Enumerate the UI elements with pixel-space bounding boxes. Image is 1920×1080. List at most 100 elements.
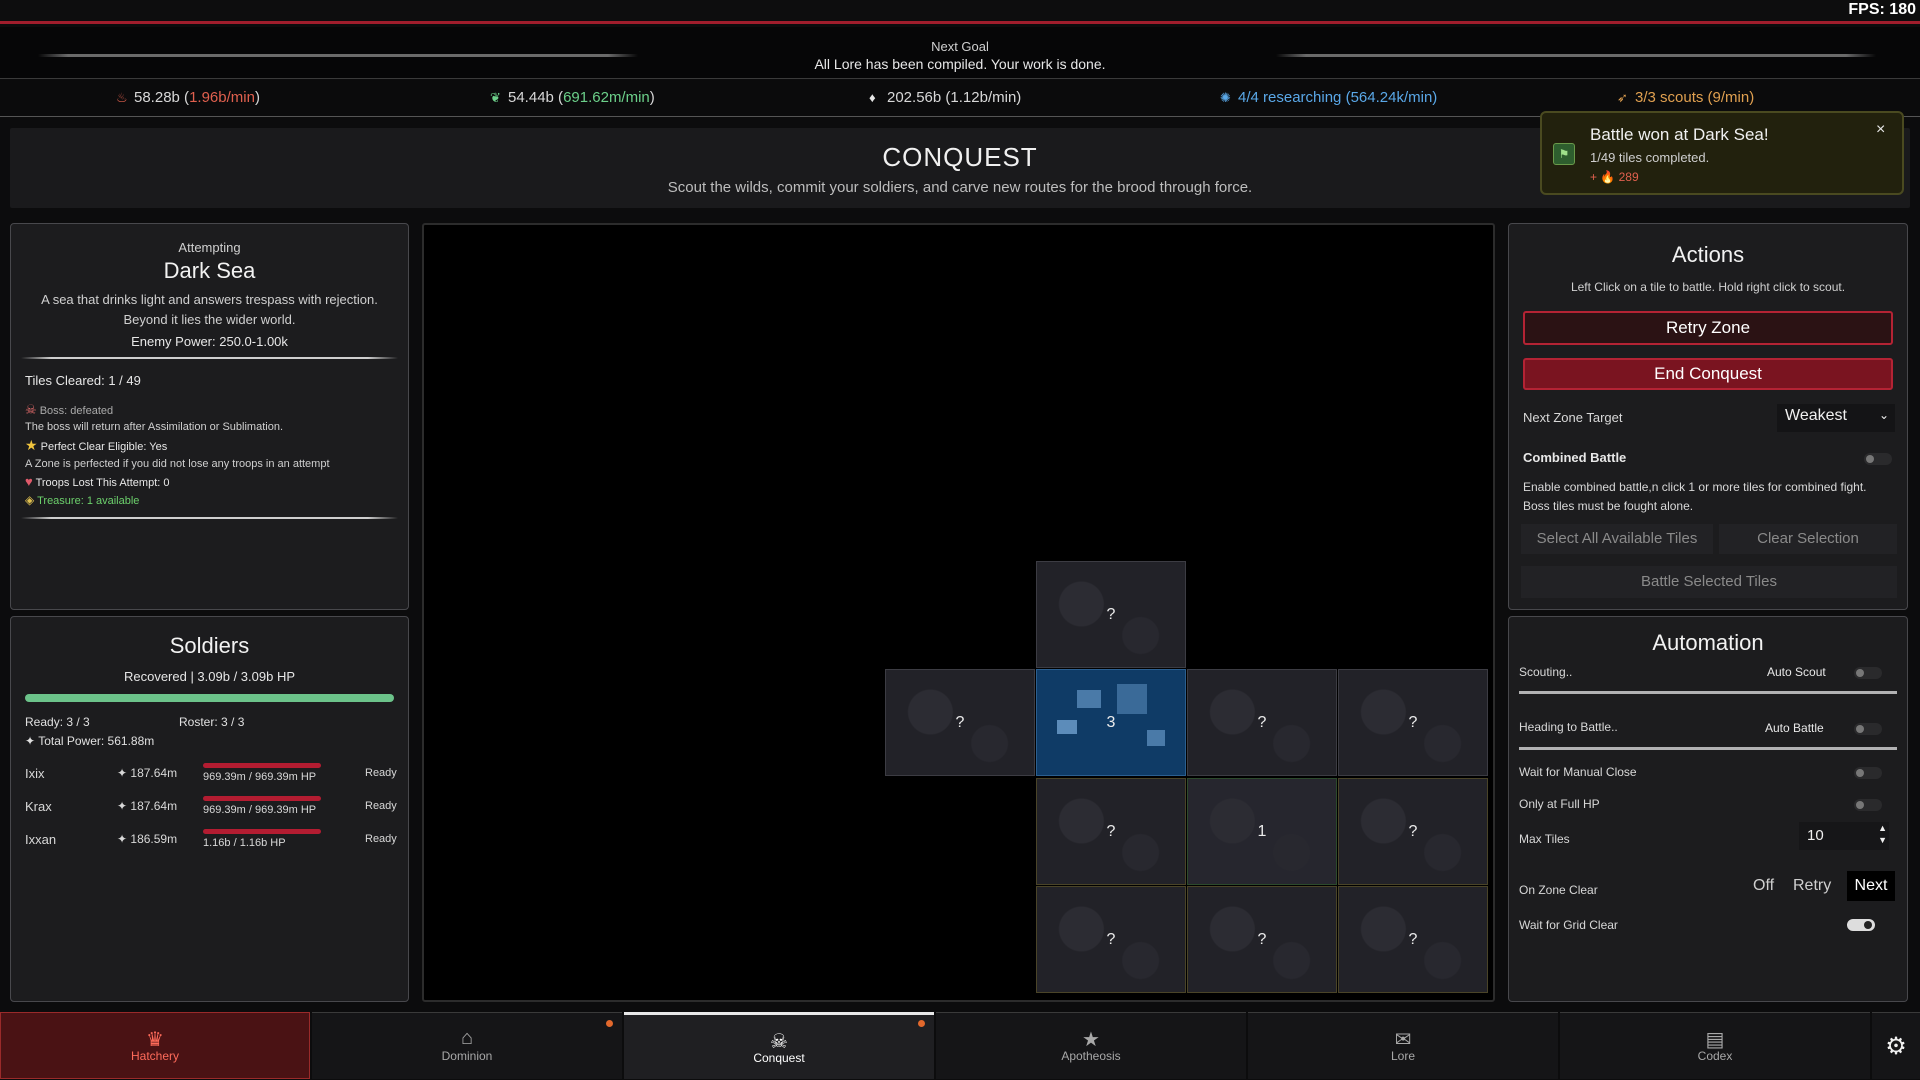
zone-panel: Attempting Dark Sea A sea that drinks li… — [10, 223, 409, 610]
combined-battle-toggle[interactable] — [1864, 453, 1892, 465]
max-tiles-label: Max Tiles — [1519, 832, 1570, 846]
gear-icon[interactable]: ⚙ — [1872, 1012, 1920, 1079]
soldiers-title: Soldiers — [169, 633, 250, 658]
conquest-map[interactable]: ? ? 3 ? ? ? 1 ? ? ? ? — [422, 223, 1495, 1002]
crown-icon: ♛ — [146, 1029, 164, 1051]
troops-lost-row: ♥ Troops Lost This Attempt: 0 — [25, 474, 170, 489]
zone-clear-next[interactable]: Next — [1847, 871, 1895, 901]
resource-research[interactable]: ✺ 4/4 researching (564.24k/min) — [1220, 89, 1437, 106]
map-tile[interactable]: ? — [1036, 886, 1186, 993]
roster-count: Roster: 3 / 3 — [179, 715, 245, 729]
tab-hatchery[interactable]: ♛ Hatchery — [0, 1012, 310, 1079]
scouting-progress — [1519, 691, 1897, 694]
resource-flame[interactable]: ♨ 58.28b (1.96b/min) — [116, 89, 260, 106]
map-tile-selected[interactable]: 3 — [1036, 669, 1186, 776]
star-icon: ★ — [1082, 1029, 1100, 1051]
scout-icon: ➶ — [1617, 90, 1628, 105]
soldier-row[interactable]: Ixxan ✦ 186.59m 1.16b / 1.16b HP Ready — [25, 829, 397, 858]
auto-scout-toggle[interactable] — [1854, 667, 1882, 679]
hp-bar — [203, 796, 321, 801]
auto-scout-label: Auto Scout — [1767, 665, 1826, 679]
stepper-arrows-icon[interactable]: ▲ ▼ — [1878, 822, 1887, 846]
attempting-label: Attempting — [178, 240, 241, 255]
soldier-row[interactable]: Ixix ✦ 187.64m 969.39m / 969.39m HP Read… — [25, 763, 397, 792]
map-tile[interactable]: ? — [1036, 778, 1186, 885]
tab-lore[interactable]: ✉ Lore — [1248, 1012, 1558, 1079]
map-tile[interactable]: ? — [1338, 886, 1488, 993]
hp-bar — [203, 829, 321, 834]
wait-manual-close-label: Wait for Manual Close — [1519, 765, 1637, 779]
fps-counter: FPS: 180 — [1848, 1, 1916, 18]
drop-icon: ♦ — [869, 90, 876, 105]
wait-manual-close-toggle[interactable] — [1854, 767, 1882, 779]
tab-conquest[interactable]: ☠ Conquest — [624, 1012, 934, 1079]
next-goal-text: All Lore has been compiled. Your work is… — [814, 56, 1106, 72]
combined-battle-desc: Enable combined battle,n click 1 or more… — [1523, 480, 1867, 513]
select-all-tiles-button[interactable]: Select All Available Tiles — [1521, 524, 1713, 554]
wait-grid-clear-toggle[interactable] — [1847, 919, 1875, 931]
flag-icon: ⚑ — [1553, 143, 1575, 165]
auto-battle-label: Auto Battle — [1765, 721, 1824, 735]
resource-scouts[interactable]: ➶ 3/3 scouts (9/min) — [1617, 89, 1754, 106]
heading-to-battle-status: Heading to Battle.. — [1519, 720, 1618, 734]
perfect-row: ★ Perfect Clear Eligible: Yes — [25, 437, 168, 453]
max-tiles-input[interactable]: 10 ▲ ▼ — [1799, 822, 1889, 850]
map-tile[interactable]: ? — [1187, 669, 1337, 776]
leaf-icon: ❦ — [490, 90, 501, 105]
map-tile[interactable]: ? — [1338, 669, 1488, 776]
divider — [21, 357, 398, 359]
divider — [1276, 54, 1876, 57]
soldiers-panel: Soldiers Recovered | 3.09b / 3.09b HP Re… — [10, 616, 409, 1002]
book-icon: ▤ — [1705, 1029, 1725, 1051]
chevron-down-icon: ⌄ — [1878, 408, 1889, 422]
soldier-row[interactable]: Krax ✦ 187.64m 969.39m / 969.39m HP Read… — [25, 796, 397, 825]
map-tile[interactable]: ? — [1036, 561, 1186, 668]
scroll-icon: ✉ — [1394, 1029, 1412, 1051]
battle-progress — [1519, 747, 1897, 750]
retry-zone-button[interactable]: Retry Zone — [1523, 311, 1893, 345]
map-tile[interactable]: ? — [885, 669, 1035, 776]
next-zone-target-select[interactable]: Weakest ⌄ — [1777, 404, 1895, 432]
zone-clear-off[interactable]: Off — [1753, 877, 1774, 895]
clear-selection-button[interactable]: Clear Selection — [1719, 524, 1897, 554]
wait-grid-clear-label: Wait for Grid Clear — [1519, 918, 1618, 932]
notification-dot — [606, 1020, 613, 1027]
star-icon: ★ — [25, 437, 38, 453]
end-conquest-button[interactable]: End Conquest — [1523, 358, 1893, 390]
auto-battle-toggle[interactable] — [1854, 723, 1882, 735]
hp-bar — [203, 763, 321, 768]
combined-battle-label: Combined Battle — [1523, 450, 1627, 465]
next-goal-banner: Next Goal All Lore has been compiled. Yo… — [0, 27, 1920, 79]
tiles-cleared: Tiles Cleared: 1 / 49 — [25, 373, 141, 388]
heart-icon: ♥ — [25, 474, 33, 489]
zone-name: Dark Sea — [163, 258, 256, 283]
tab-dominion[interactable]: ⌂ Dominion — [312, 1012, 622, 1079]
toast-reward: + 🔥 289 — [1590, 170, 1639, 184]
resource-drop[interactable]: ♦ 202.56b (1.12b/min) — [869, 89, 1021, 106]
tab-apotheosis[interactable]: ★ Apotheosis — [936, 1012, 1246, 1079]
resource-leaf[interactable]: ❦ 54.44b (691.62m/min) — [490, 89, 655, 106]
map-tile[interactable]: ? — [1338, 778, 1488, 885]
top-bar: FPS: 180 — [0, 0, 1920, 24]
only-full-hp-label: Only at Full HP — [1519, 797, 1600, 811]
power-icon: ✦ — [117, 799, 128, 813]
soldiers-status: Recovered | 3.09b / 3.09b HP — [123, 669, 296, 684]
power-icon: ✦ — [117, 766, 128, 780]
automation-title: Automation — [1652, 630, 1764, 655]
zone-clear-retry[interactable]: Retry — [1793, 877, 1831, 895]
battle-toast[interactable]: ⚑ Battle won at Dark Sea! 1/49 tiles com… — [1540, 111, 1904, 195]
flame-icon: ♨ — [116, 90, 128, 105]
toast-title: Battle won at Dark Sea! — [1590, 125, 1769, 144]
map-tile[interactable]: ? — [1187, 886, 1337, 993]
close-icon[interactable]: × — [1876, 121, 1885, 139]
automation-panel: Automation Scouting.. Auto Scout Heading… — [1508, 616, 1908, 1002]
tab-codex[interactable]: ▤ Codex — [1560, 1012, 1870, 1079]
home-icon: ⌂ — [460, 1027, 474, 1049]
actions-title: Actions — [1671, 242, 1745, 267]
actions-hint: Left Click on a tile to battle. Hold rig… — [1570, 280, 1846, 294]
only-full-hp-toggle[interactable] — [1854, 799, 1882, 811]
map-tile-cleared[interactable]: 1 — [1187, 778, 1337, 885]
battle-selected-tiles-button[interactable]: Battle Selected Tiles — [1521, 566, 1897, 598]
toast-line: 1/49 tiles completed. — [1590, 150, 1710, 165]
coins-icon: ◈ — [25, 493, 35, 507]
